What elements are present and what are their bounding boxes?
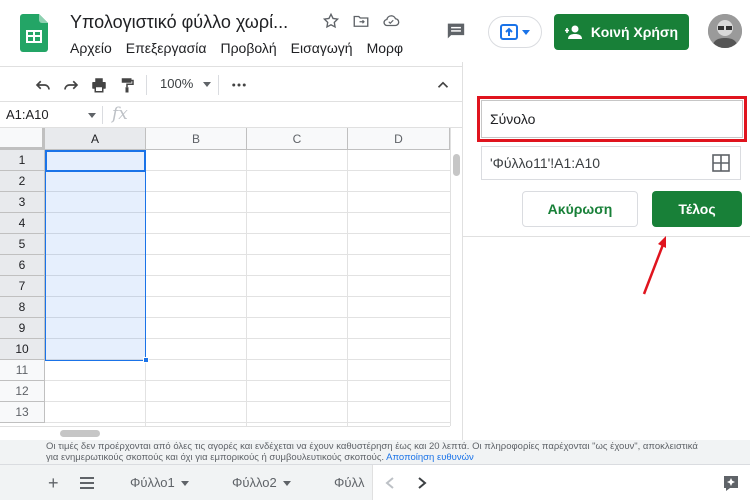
fill-handle[interactable] (143, 357, 149, 363)
scroll-right-icon[interactable] (417, 477, 427, 489)
vertical-scroll-thumb[interactable] (453, 154, 460, 176)
undo-icon[interactable] (34, 76, 52, 94)
range-name-input[interactable]: Σύνολο (481, 100, 743, 138)
menu-view[interactable]: Προβολή (220, 40, 276, 56)
select-all-corner[interactable] (0, 128, 45, 150)
sheet-tab-label: Φύλλο2 (232, 475, 277, 490)
all-sheets-icon[interactable] (80, 477, 94, 489)
horizontal-scroll-thumb[interactable] (60, 430, 100, 437)
vertical-scrollbar[interactable] (450, 128, 462, 426)
name-box-caret-icon[interactable] (88, 113, 96, 118)
row-header[interactable]: 4 (0, 213, 45, 234)
present-caret-icon (522, 29, 530, 35)
move-to-folder-icon[interactable] (352, 12, 370, 30)
redo-icon[interactable] (62, 76, 80, 94)
name-box[interactable]: A1:A10 (6, 107, 49, 122)
row-header[interactable]: 2 (0, 171, 45, 192)
horizontal-scrollbar[interactable] (0, 426, 450, 440)
panel-divider (462, 236, 750, 237)
sheet-tab-2[interactable]: Φύλλο2 (232, 465, 291, 500)
zoom-caret-icon[interactable] (203, 82, 211, 87)
menu-edit[interactable]: Επεξεργασία (126, 40, 207, 56)
column-header-b[interactable]: B (146, 128, 247, 150)
disclaimer: Οι τιμές δεν προέρχονται από όλες τις αγ… (0, 440, 750, 464)
row-header[interactable]: 11 (0, 360, 45, 381)
done-button[interactable]: Τέλος (652, 191, 742, 227)
menu-format[interactable]: Μορφ (367, 40, 404, 56)
sheet-tab-label: Φύλλ (334, 475, 365, 490)
column-header-d[interactable]: D (348, 128, 450, 150)
present-button[interactable] (488, 16, 542, 48)
menu-file[interactable]: Αρχείο (70, 40, 112, 56)
range-reference-input[interactable]: 'Φύλλο11'!A1:A10 (481, 146, 741, 180)
paint-format-icon[interactable] (118, 76, 136, 94)
cancel-button[interactable]: Ακύρωση (522, 191, 638, 227)
sheet-scroll-nav (372, 465, 712, 500)
print-icon[interactable] (90, 76, 108, 94)
scroll-left-icon[interactable] (385, 477, 395, 489)
row-header[interactable]: 8 (0, 297, 45, 318)
star-icon[interactable] (322, 12, 340, 30)
row-header[interactable]: 12 (0, 381, 45, 402)
row-header[interactable]: 1 (0, 150, 45, 171)
cloud-status-icon[interactable] (382, 12, 400, 30)
row-header[interactable]: 10 (0, 339, 45, 360)
row-header[interactable]: 13 (0, 402, 45, 423)
avatar-image (708, 14, 742, 48)
row-header[interactable]: 7 (0, 276, 45, 297)
share-button[interactable]: Κοινή Χρήση (554, 14, 689, 50)
sheets-logo-icon[interactable] (20, 14, 48, 52)
explore-icon (724, 476, 738, 491)
explore-button[interactable] (712, 465, 750, 500)
formula-bar: A1:A10 fx (0, 102, 462, 128)
disclaimer-link[interactable]: Αποποίηση ευθυνών (386, 452, 474, 463)
person-add-icon (564, 25, 582, 39)
row-header[interactable]: 9 (0, 318, 45, 339)
sheet-tab-3[interactable]: Φύλλ (334, 465, 364, 500)
select-range-icon[interactable] (712, 154, 730, 172)
annotation-arrow-icon (642, 236, 666, 295)
sheet-tab-label: Φύλλο1 (130, 475, 175, 490)
zoom-select[interactable]: 100% (160, 76, 193, 91)
document-title[interactable]: Υπολογιστικό φύλλο χωρί... (70, 12, 288, 33)
toolbar: 100% (0, 66, 462, 102)
avatar[interactable] (708, 14, 742, 48)
chevron-down-icon[interactable] (180, 480, 189, 486)
column-header-a[interactable]: A (45, 128, 146, 150)
row-header[interactable]: 5 (0, 234, 45, 255)
more-options-icon[interactable] (230, 76, 248, 94)
selected-range[interactable] (45, 150, 146, 361)
row-header[interactable]: 3 (0, 192, 45, 213)
comment-history-icon[interactable] (446, 22, 466, 40)
sheet-bar: + Φύλλο1 Φύλλο2 Φύλλ (0, 464, 750, 500)
disclaimer-text: Οι τιμές δεν προέρχονται από όλες τις αγ… (46, 441, 698, 463)
sheet-tab-1[interactable]: Φύλλο1 (130, 465, 189, 500)
active-cell[interactable] (45, 150, 146, 172)
share-label: Κοινή Χρήση (590, 24, 679, 40)
column-header-c[interactable]: C (247, 128, 348, 150)
chevron-down-icon[interactable] (282, 480, 291, 486)
fx-icon: fx (112, 104, 128, 124)
spreadsheet-grid[interactable]: A B C D 1 2 3 4 5 6 7 8 9 10 11 12 13 (0, 128, 450, 426)
present-icon (500, 24, 518, 40)
row-header[interactable]: 6 (0, 255, 45, 276)
collapse-menus-icon[interactable] (434, 76, 452, 94)
menu-insert[interactable]: Εισαγωγή (291, 40, 353, 56)
add-sheet-icon[interactable]: + (48, 473, 59, 494)
